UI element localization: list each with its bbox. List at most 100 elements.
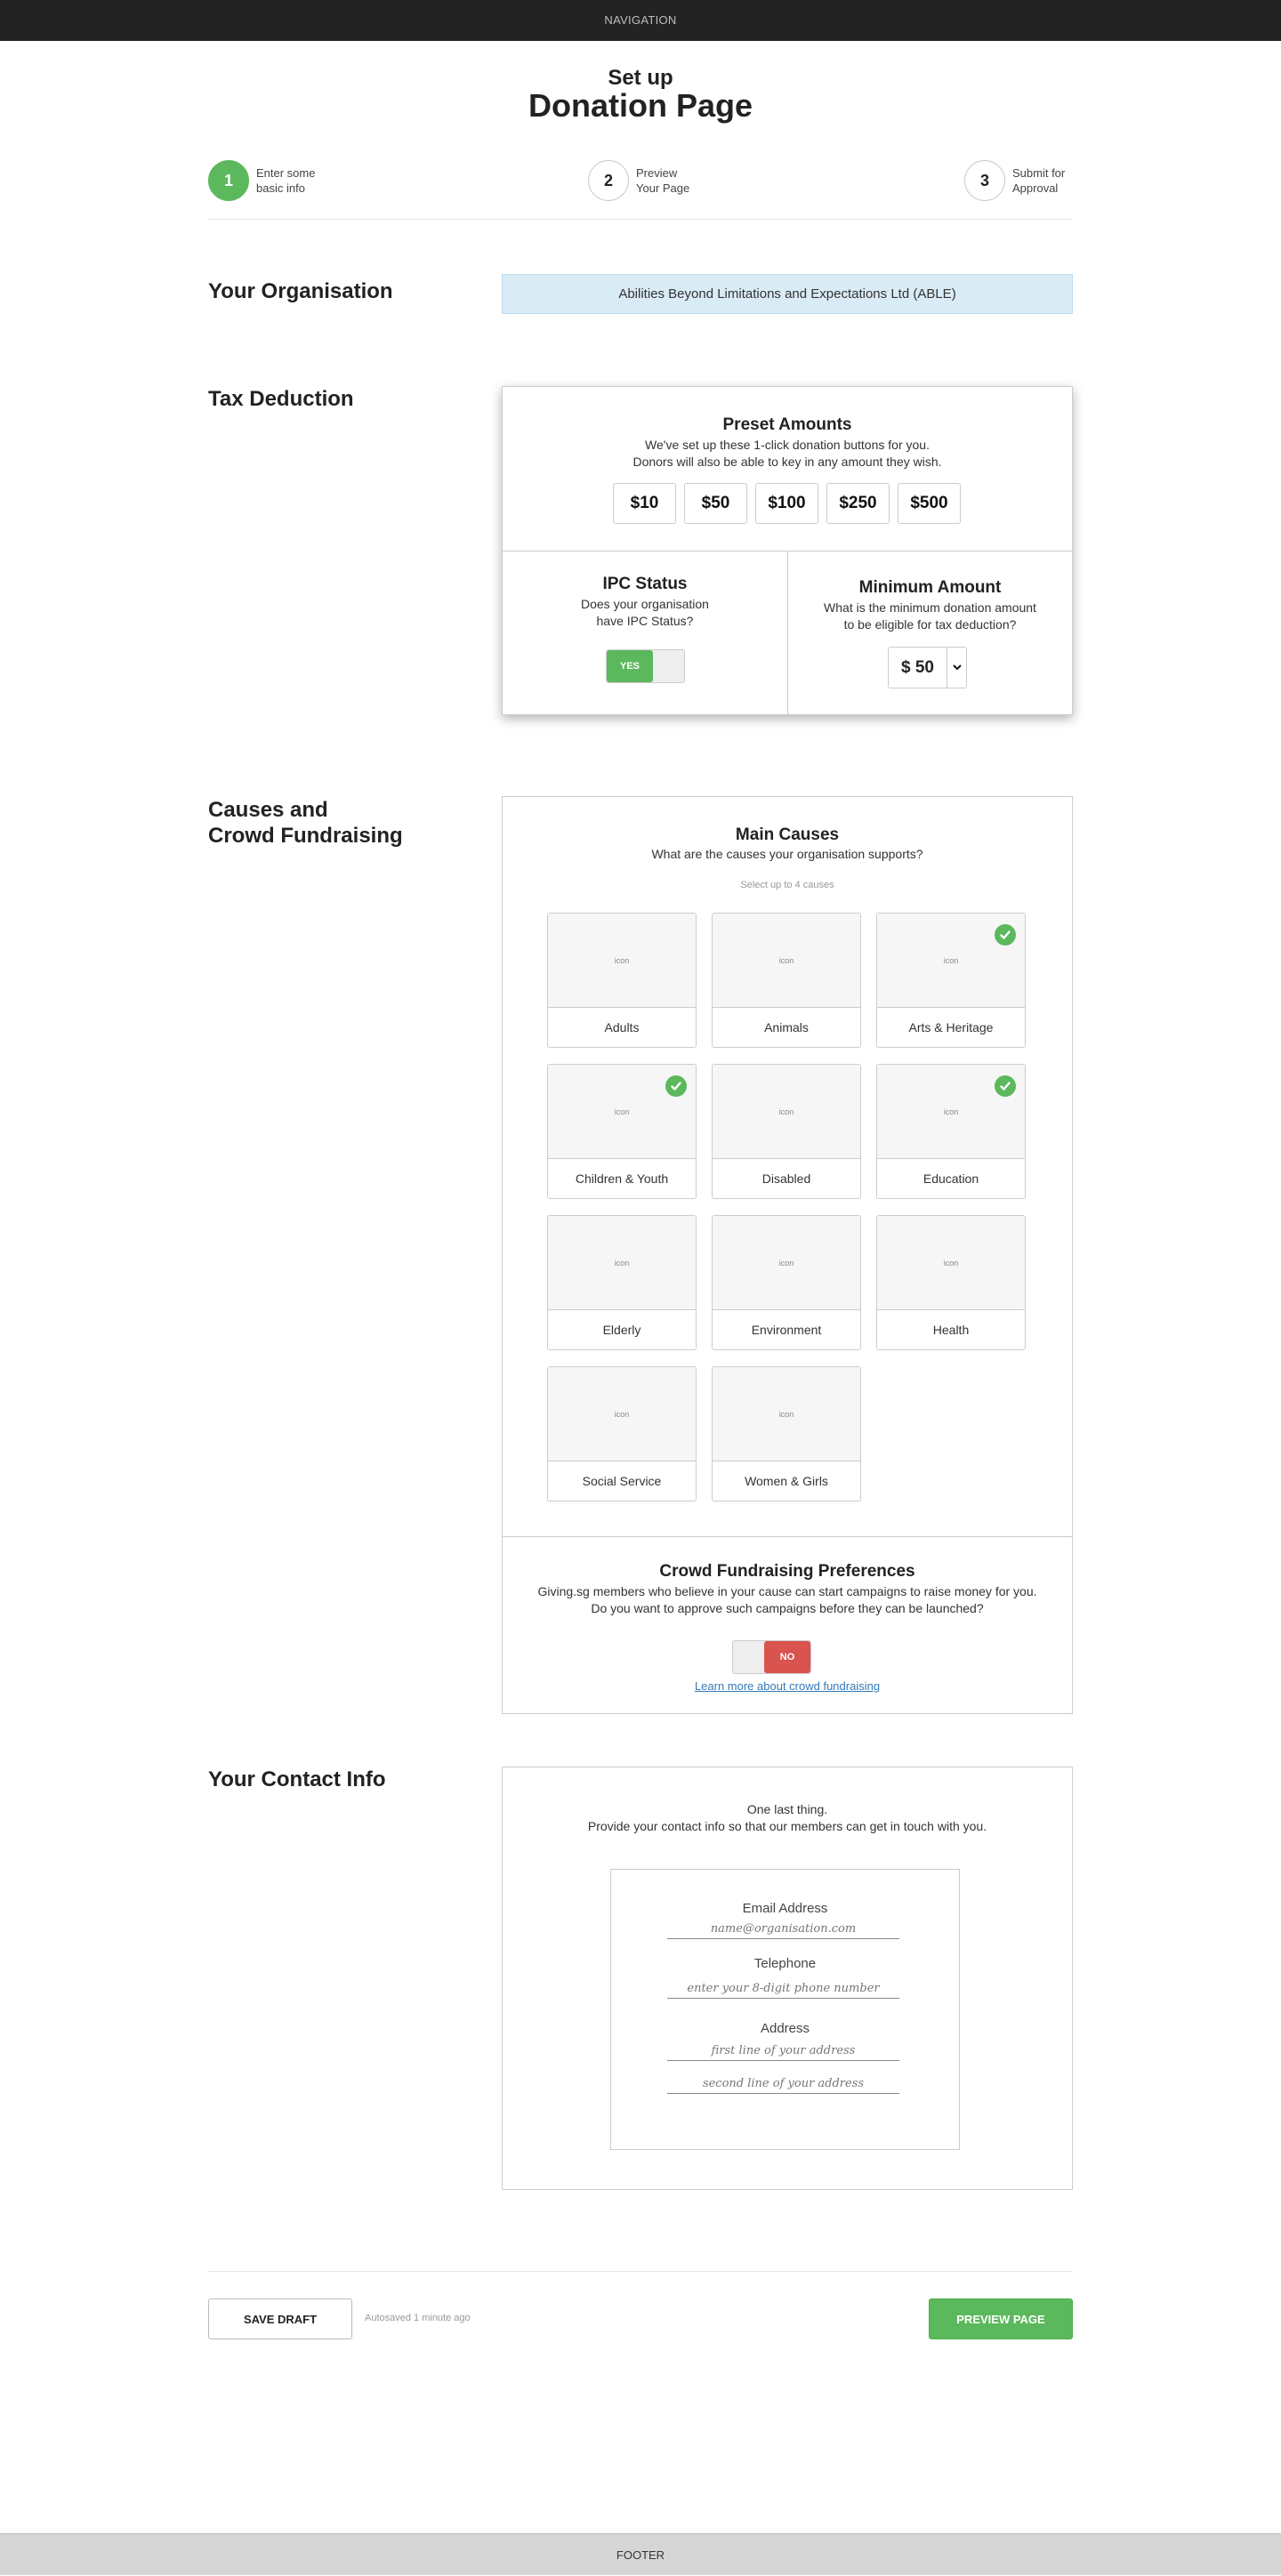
crowd-fundraising-panel: Crowd Fundraising Preferences Giving.sg … [503, 1536, 1072, 1713]
cause-tile[interactable]: icon Arts & Heritage [876, 913, 1026, 1048]
amount-button-500[interactable]: $500 [898, 483, 961, 524]
step-2-number: 2 [588, 160, 629, 201]
cause-tile[interactable]: icon Disabled [712, 1064, 861, 1199]
amount-button-100[interactable]: $100 [755, 483, 818, 524]
step-1-label: Enter some basic info [256, 166, 316, 195]
minimum-amount-value: $ 50 [901, 657, 934, 677]
email-field[interactable] [667, 1920, 899, 1939]
amount-button-50[interactable]: $50 [684, 483, 747, 524]
preset-amounts-panel: Preset Amounts We've set up these 1-clic… [503, 387, 1072, 551]
navigation-label: NAVIGATION [604, 13, 677, 27]
footer: FOOTER [0, 2533, 1281, 2575]
contact-info-card: One last thing. Provide your contact inf… [502, 1767, 1073, 2190]
crowd-fundraising-heading: Crowd Fundraising Preferences [659, 1562, 915, 1581]
checkmark-icon [995, 924, 1016, 946]
minimum-amount-panel: Minimum Amount What is the minimum donat… [788, 551, 1072, 714]
minimum-amount-select[interactable]: $ 50 [888, 647, 967, 688]
step-3[interactable]: 3 Submit for Approval [964, 160, 1092, 201]
cause-tile[interactable]: icon Environment [712, 1215, 861, 1350]
causes-grid: icon Adults icon Animals icon Arts & Heritage… [547, 913, 1026, 1501]
cause-icon: icon [548, 1367, 696, 1461]
cause-label: Elderly [602, 1323, 641, 1337]
preview-page-button[interactable]: PREVIEW PAGE [929, 2298, 1073, 2339]
step-1-number: 1 [208, 160, 249, 201]
cause-label: Disabled [761, 1171, 811, 1186]
tax-section-title: Tax Deduction [208, 387, 354, 411]
cause-icon: icon [713, 1065, 860, 1159]
cause-tile[interactable]: icon Elderly [547, 1215, 697, 1350]
amount-button-250[interactable]: $250 [826, 483, 890, 524]
step-3-label: Submit for Approval [1012, 166, 1066, 195]
ipc-status-toggle[interactable]: YES [606, 649, 685, 683]
causes-select-hint: Select up to 4 causes [740, 880, 834, 890]
steps-divider [208, 219, 1073, 220]
learn-more-crowd-fundraising-link[interactable]: Learn more about crowd fundraising [520, 1679, 1054, 1693]
cause-label: Children & Youth [575, 1171, 669, 1186]
cause-tile[interactable]: icon Children & Youth [547, 1064, 697, 1199]
crowd-toggle-off-side [733, 1641, 764, 1673]
minimum-amount-description: What is the minimum donation amount to b… [824, 600, 1036, 632]
cause-tile[interactable]: icon Adults [547, 913, 697, 1048]
causes-section-title: Causes and Crowd Fundraising [208, 798, 403, 848]
telephone-label: Telephone [753, 1956, 817, 1971]
checkmark-icon [995, 1075, 1016, 1097]
actions-divider [208, 2271, 1073, 2272]
contact-intro-line1: One last thing. [746, 1802, 828, 1816]
cause-icon: icon [713, 1216, 860, 1310]
organisation-section-title: Your Organisation [208, 279, 393, 303]
cause-tile[interactable]: icon Education [876, 1064, 1026, 1199]
cause-label: Arts & Heritage [908, 1020, 994, 1034]
email-label: Email Address [742, 1901, 828, 1916]
telephone-field[interactable] [667, 1979, 899, 1999]
cause-tile[interactable]: icon Animals [712, 913, 861, 1048]
footer-label: FOOTER [616, 2548, 665, 2562]
cause-label: Environment [751, 1323, 822, 1337]
contact-intro-line2: Provide your contact info so that our me… [587, 1819, 987, 1833]
preset-amount-buttons: $10 $50 $100 $250 $500 [613, 483, 961, 524]
address-line1-field[interactable] [667, 2041, 899, 2061]
save-draft-button[interactable]: SAVE DRAFT [208, 2298, 352, 2339]
step-2-label: Preview Your Page [636, 166, 690, 195]
step-2[interactable]: 2 Preview Your Page [588, 160, 716, 201]
minimum-amount-heading: Minimum Amount [858, 578, 1002, 597]
ipc-status-heading: IPC Status [602, 575, 688, 593]
organisation-name-box: Abilities Beyond Limitations and Expecta… [502, 274, 1073, 314]
contact-section-title: Your Contact Info [208, 1767, 386, 1791]
top-navigation-bar: NAVIGATION [0, 0, 1281, 41]
address-label: Address [760, 2021, 810, 2036]
cause-label: Social Service [582, 1474, 662, 1488]
preset-amounts-description: We've set up these 1-click donation butt… [632, 438, 942, 469]
ipc-toggle-off-side [653, 650, 684, 682]
contact-form: Email Address Telephone Address [610, 1869, 960, 2150]
page-title: Donation Page [528, 87, 753, 124]
main-causes-description: What are the causes your organisation su… [651, 847, 923, 861]
cause-tile[interactable]: icon Health [876, 1215, 1026, 1350]
cause-label: Adults [604, 1020, 640, 1034]
chevron-down-icon [947, 648, 966, 688]
cause-icon: icon [548, 914, 696, 1008]
preset-amounts-heading: Preset Amounts [722, 415, 852, 434]
main-causes-heading: Main Causes [735, 825, 840, 844]
cause-label: Animals [764, 1020, 809, 1034]
autosave-status: Autosaved 1 minute ago [365, 2313, 471, 2323]
cause-tile[interactable]: icon Women & Girls [712, 1366, 861, 1501]
ipc-toggle-yes: YES [607, 650, 653, 682]
cause-icon: icon [713, 914, 860, 1008]
amount-button-10[interactable]: $10 [613, 483, 676, 524]
crowd-fundraising-description: Giving.sg members who believe in your ca… [537, 1584, 1037, 1615]
ipc-status-description: Does your organisation have IPC Status? [581, 597, 709, 628]
step-3-number: 3 [964, 160, 1005, 201]
ipc-status-panel: IPC Status Does your organisation have I… [503, 551, 788, 714]
cause-icon: icon [713, 1367, 860, 1461]
crowd-toggle-no: NO [764, 1641, 810, 1673]
checkmark-icon [665, 1075, 687, 1097]
step-1[interactable]: 1 Enter some basic info [208, 160, 336, 201]
cause-label: Health [932, 1323, 970, 1337]
cause-label: Women & Girls [745, 1474, 828, 1488]
crowd-fundraising-toggle[interactable]: NO [732, 1640, 811, 1674]
cause-icon: icon [548, 1216, 696, 1310]
cause-label: Education [922, 1171, 979, 1186]
address-line2-field[interactable] [667, 2074, 899, 2094]
tax-deduction-card: Preset Amounts We've set up these 1-clic… [502, 386, 1073, 715]
cause-tile[interactable]: icon Social Service [547, 1366, 697, 1501]
